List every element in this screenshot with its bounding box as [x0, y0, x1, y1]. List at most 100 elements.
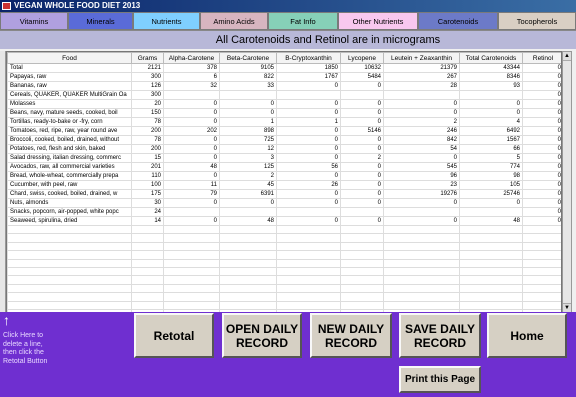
- empty-cell[interactable]: [459, 266, 523, 277]
- value-cell[interactable]: 0: [522, 81, 561, 91]
- value-cell[interactable]: 0: [219, 198, 277, 208]
- value-cell[interactable]: 15: [131, 153, 164, 163]
- home-button[interactable]: Home: [487, 313, 567, 358]
- value-cell[interactable]: 0: [276, 108, 341, 118]
- print-page-button[interactable]: Print this Page: [399, 366, 481, 393]
- value-cell[interactable]: 0: [219, 99, 277, 109]
- vertical-scrollbar[interactable]: ▲ ▼: [562, 51, 572, 313]
- column-header[interactable]: Food: [7, 52, 132, 64]
- empty-cell[interactable]: [340, 250, 384, 260]
- empty-cell[interactable]: [7, 292, 132, 302]
- value-cell[interactable]: 0: [522, 171, 561, 181]
- empty-cell[interactable]: [383, 300, 460, 310]
- table-row[interactable]: Seaweed, spirulina, dried 14 0 48 0 0 0 48 0: [7, 216, 561, 226]
- column-header[interactable]: Leutein + Zeaxanthin: [383, 52, 460, 64]
- value-cell[interactable]: 0: [383, 153, 460, 163]
- value-cell[interactable]: 0: [163, 135, 220, 145]
- open-daily-record-button[interactable]: OPEN DAILY RECORD: [222, 313, 302, 358]
- empty-cell[interactable]: [383, 233, 460, 243]
- value-cell[interactable]: 0: [522, 135, 561, 145]
- empty-cell[interactable]: [276, 300, 341, 310]
- value-cell[interactable]: 0: [163, 198, 220, 208]
- empty-cell[interactable]: [163, 292, 220, 302]
- value-cell[interactable]: 300: [131, 90, 164, 100]
- empty-cell[interactable]: [7, 275, 132, 285]
- empty-cell[interactable]: [163, 224, 220, 235]
- table-row[interactable]: Salad dressing, italian dressing, commer…: [7, 153, 561, 163]
- food-cell[interactable]: Tortillas, ready-to-bake or -fry, corn: [7, 117, 132, 127]
- empty-cell[interactable]: [459, 241, 523, 252]
- value-cell[interactable]: 0: [340, 99, 384, 109]
- empty-cell[interactable]: [522, 224, 561, 235]
- value-cell[interactable]: 0: [340, 117, 384, 127]
- value-cell[interactable]: 202: [163, 126, 220, 136]
- tab-fat-info[interactable]: Fat Info: [268, 12, 338, 30]
- empty-cell[interactable]: [459, 300, 523, 310]
- food-cell[interactable]: Broccoli, cooked, boiled, drained, witho…: [7, 135, 132, 145]
- value-cell[interactable]: 898: [219, 126, 277, 136]
- empty-cell[interactable]: [340, 300, 384, 310]
- tab-carotenoids[interactable]: Carotenoids: [418, 12, 498, 30]
- value-cell[interactable]: 0: [340, 189, 384, 199]
- value-cell[interactable]: 66: [459, 144, 523, 154]
- empty-cell[interactable]: [163, 258, 220, 268]
- value-cell[interactable]: 0: [276, 144, 341, 154]
- empty-row[interactable]: [7, 266, 561, 277]
- food-cell[interactable]: Cereals, QUAKER, QUAKER MultiGrain Oa: [7, 90, 132, 100]
- empty-cell[interactable]: [383, 283, 460, 294]
- empty-row[interactable]: [7, 283, 561, 294]
- value-cell[interactable]: 98: [459, 171, 523, 181]
- value-cell[interactable]: 0: [522, 63, 561, 73]
- table-row[interactable]: Nuts, almonds 30 0 0 0 0 0 0 0: [7, 198, 561, 208]
- table-row[interactable]: Cereals, QUAKER, QUAKER MultiGrain Oa 300…: [7, 90, 561, 100]
- value-cell[interactable]: 0: [459, 99, 523, 109]
- empty-cell[interactable]: [7, 224, 132, 235]
- empty-cell[interactable]: [7, 283, 132, 294]
- empty-cell[interactable]: [219, 300, 277, 310]
- value-cell[interactable]: 78: [131, 135, 164, 145]
- empty-cell[interactable]: [219, 258, 277, 268]
- table-row[interactable]: Snacks, popcorn, air-popped, white popc 2…: [7, 207, 561, 217]
- value-cell[interactable]: 0: [276, 99, 341, 109]
- value-cell[interactable]: 0: [522, 144, 561, 154]
- value-cell[interactable]: 0: [522, 99, 561, 109]
- column-header[interactable]: Lycopene: [340, 52, 384, 64]
- value-cell[interactable]: [276, 207, 341, 217]
- empty-cell[interactable]: [522, 300, 561, 310]
- value-cell[interactable]: 14: [131, 216, 164, 226]
- table-row[interactable]: Papayas, raw 300 6 822 1767 5484 267 8346 0: [7, 72, 561, 82]
- value-cell[interactable]: 2121: [131, 63, 164, 73]
- empty-cell[interactable]: [383, 250, 460, 260]
- empty-cell[interactable]: [131, 300, 164, 310]
- empty-cell[interactable]: [383, 258, 460, 268]
- table-row[interactable]: Beans, navy, mature seeds, cooked, boil 1…: [7, 108, 561, 118]
- empty-cell[interactable]: [383, 266, 460, 277]
- empty-row[interactable]: [7, 258, 561, 268]
- tab-tocopherols[interactable]: Tocopherols: [498, 12, 576, 30]
- value-cell[interactable]: 0: [276, 135, 341, 145]
- empty-cell[interactable]: [7, 241, 132, 252]
- value-cell[interactable]: 0: [522, 207, 561, 217]
- empty-cell[interactable]: [131, 250, 164, 260]
- empty-cell[interactable]: [131, 283, 164, 294]
- empty-row[interactable]: [7, 250, 561, 260]
- value-cell[interactable]: 10632: [340, 63, 384, 73]
- value-cell[interactable]: 6: [163, 72, 220, 82]
- value-cell[interactable]: 822: [219, 72, 277, 82]
- value-cell[interactable]: 200: [131, 126, 164, 136]
- value-cell[interactable]: 0: [276, 81, 341, 91]
- carotenoids-grid[interactable]: Food Grams Alpha-Carotene Beta-Carotene B-Cr…: [6, 51, 562, 313]
- table-row[interactable]: Molasses 20 0 0 0 0 0 0 0: [7, 99, 561, 109]
- empty-cell[interactable]: [131, 241, 164, 252]
- value-cell[interactable]: 0: [522, 198, 561, 208]
- column-header[interactable]: Grams: [131, 52, 164, 64]
- food-cell[interactable]: Bananas, raw: [7, 81, 132, 91]
- value-cell[interactable]: 0: [383, 99, 460, 109]
- value-cell[interactable]: 0: [340, 81, 384, 91]
- value-cell[interactable]: 0: [340, 171, 384, 181]
- value-cell[interactable]: 200: [131, 144, 164, 154]
- value-cell[interactable]: 0: [522, 162, 561, 172]
- table-row[interactable]: Cucumber, with peel, raw 100 11 45 26 0 23 105 0: [7, 180, 561, 190]
- empty-cell[interactable]: [522, 250, 561, 260]
- empty-cell[interactable]: [163, 233, 220, 243]
